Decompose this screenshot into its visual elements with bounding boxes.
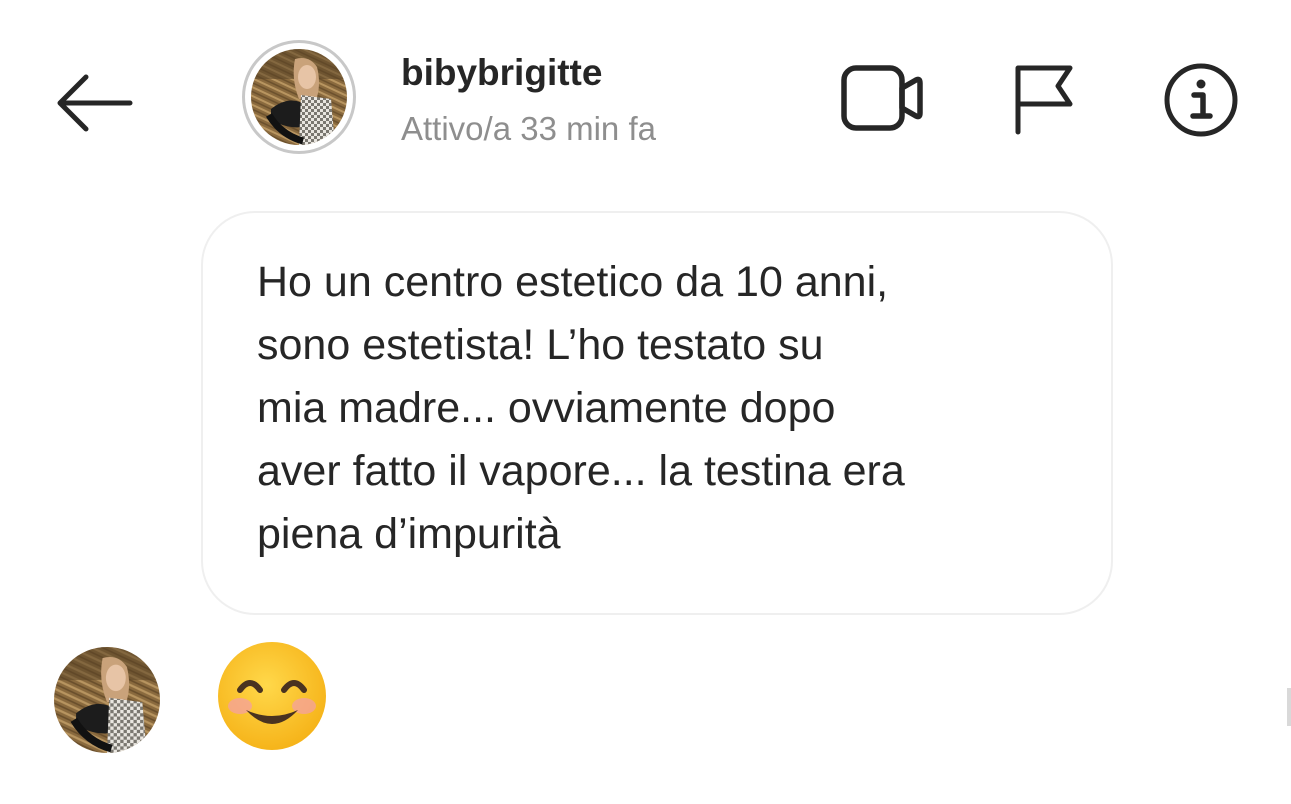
video-call-button[interactable] bbox=[840, 62, 926, 134]
info-icon bbox=[1164, 63, 1238, 137]
flag-icon bbox=[1015, 65, 1073, 135]
message-bubble[interactable]: Ho un centro estetico da 10 anni, sono e… bbox=[201, 211, 1113, 615]
emoji-message[interactable] bbox=[216, 640, 328, 752]
video-camera-icon bbox=[841, 65, 923, 131]
header-username[interactable]: bibybrigitte bbox=[401, 52, 602, 94]
scroll-indicator bbox=[1287, 688, 1291, 726]
avatar-image bbox=[54, 647, 160, 753]
info-button[interactable] bbox=[1158, 62, 1244, 138]
avatar-image bbox=[251, 49, 347, 145]
chat-screen: bibybrigitte Attivo/a 33 min fa Ho un ce… bbox=[0, 0, 1291, 804]
message-text: Ho un centro estetico da 10 anni, sono e… bbox=[257, 258, 905, 558]
arrow-left-icon bbox=[57, 74, 133, 132]
sender-avatar[interactable] bbox=[54, 647, 160, 753]
header-avatar[interactable] bbox=[242, 40, 356, 154]
active-status: Attivo/a 33 min fa bbox=[401, 110, 656, 147]
back-button[interactable] bbox=[52, 68, 136, 138]
report-button[interactable] bbox=[1008, 60, 1078, 136]
smiling-face-with-smiling-eyes-icon bbox=[218, 642, 326, 750]
